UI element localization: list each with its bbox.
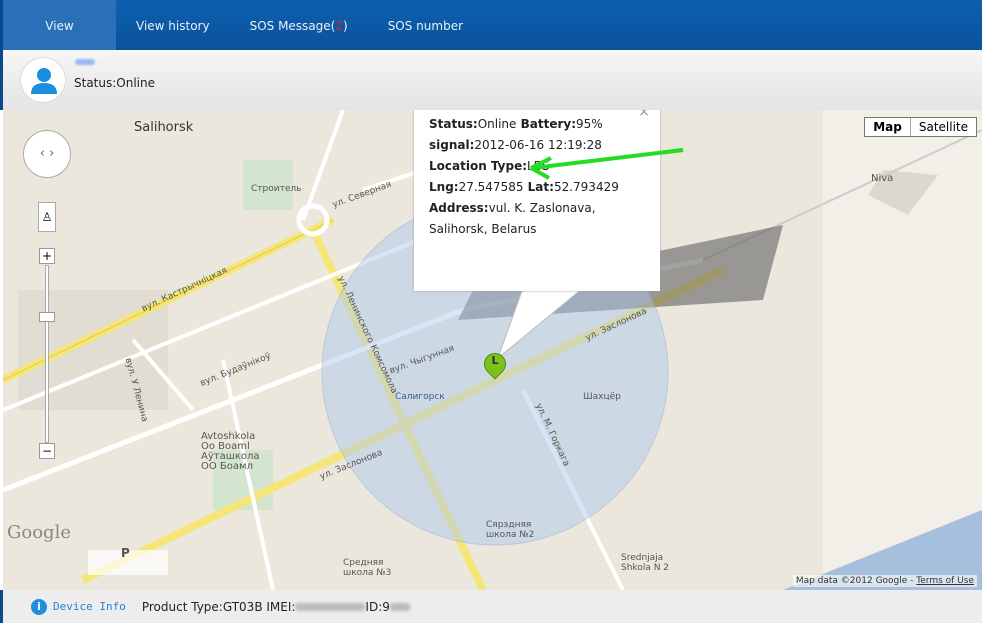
map-label-stroitel: Строитель xyxy=(251,184,302,194)
zoom-slider-handle[interactable] xyxy=(39,312,55,322)
lng-value: 27.547585 xyxy=(458,180,524,194)
id-redacted xyxy=(389,602,410,611)
top-nav: View location View history SOS Message(2… xyxy=(0,0,982,85)
device-header: Status:Online xyxy=(0,50,982,110)
popup-status-line: Status:Online Battery:95% xyxy=(429,114,645,135)
map-label-city: Salihorsk xyxy=(134,120,194,135)
google-logo: Google xyxy=(7,522,71,543)
status-label: Status: xyxy=(429,117,478,131)
popup-coords-line: Lng:27.547585 Lat:52.793429 xyxy=(429,177,645,198)
map-type-satellite-button[interactable]: Satellite xyxy=(909,118,976,136)
loc-type-label: Location Type: xyxy=(429,159,528,173)
zoom-out-button[interactable]: − xyxy=(39,443,55,459)
lat-label: Lat: xyxy=(523,180,554,194)
close-icon[interactable]: × xyxy=(638,110,650,123)
tab-view-location[interactable]: View location xyxy=(3,0,116,85)
map-label-school3: Средняя школа №3 xyxy=(343,558,391,578)
sk-2: Shkola N 2 xyxy=(621,563,670,573)
s2-1: Сярэдняя xyxy=(486,520,532,530)
avto-4: ОО Боамл xyxy=(201,461,253,472)
zoom-in-button[interactable]: + xyxy=(39,248,55,264)
map-label-avtoshkola: Avtoshkola Oo Boaml Аўташкола ОО Боамл xyxy=(201,432,260,472)
s2-2: школа №2 xyxy=(486,530,535,540)
lat-value: 52.793429 xyxy=(553,180,619,194)
terms-of-use-link[interactable]: Terms of Use xyxy=(916,576,974,586)
loc-type-value: LBS xyxy=(527,159,550,173)
map-data-text: Map data ©2012 Google - xyxy=(795,576,917,586)
battery-label: Battery: xyxy=(516,117,576,131)
popup-loc-line: Location Type:LBS xyxy=(429,156,645,177)
info-icon: i xyxy=(31,598,47,615)
map-credit: Map data ©2012 Google - Terms of Use xyxy=(792,575,977,587)
map[interactable]: Salihorsk Niva Строитель Салигорск Шахцё… xyxy=(3,110,982,590)
device-info-bar: i Device Info Product Type:GT03B IMEI: I… xyxy=(0,590,982,623)
popup-address-line: Address:vul. K. Zaslonava, Salihorsk, Be… xyxy=(429,198,645,240)
zoom-slider[interactable] xyxy=(45,265,49,443)
map-label-shakhter: Шахцёр xyxy=(583,392,621,402)
marker-label: L xyxy=(491,354,499,367)
device-id-label: ID:9 xyxy=(365,599,390,614)
map-label-shkola: Srednjaja Shkola N 2 xyxy=(621,553,669,573)
pegman-icon[interactable]: ♙ xyxy=(38,202,56,232)
popup-signal-line: signal:2012-06-16 12:19:28 xyxy=(429,135,645,156)
address-label: Address: xyxy=(429,201,489,215)
signal-label: signal: xyxy=(429,138,475,152)
device-info-link[interactable]: Device Info xyxy=(53,600,126,613)
tab-view-history[interactable]: View history xyxy=(116,0,230,50)
sos-count: 2 xyxy=(335,19,343,33)
status-value: Online xyxy=(477,117,517,131)
info-window: × Status:Online Battery:95% signal:2012-… xyxy=(414,110,660,291)
tab-sos-suffix: ) xyxy=(343,19,348,33)
product-imei-label: Product Type:GT03B IMEI: xyxy=(141,599,296,614)
tab-sos-number[interactable]: SOS number xyxy=(368,0,483,50)
signal-value: 2012-06-16 12:19:28 xyxy=(474,138,602,152)
imei-redacted xyxy=(295,602,366,611)
s3-1: Средняя xyxy=(343,558,384,568)
pan-control[interactable]: ‹ › xyxy=(23,130,71,178)
s3-2: школа №3 xyxy=(343,568,392,578)
sk-1: Srednjaja xyxy=(621,553,664,563)
map-label-niva: Niva xyxy=(871,173,894,184)
device-status: Status:Online xyxy=(74,76,155,90)
parking-label: P xyxy=(121,546,130,560)
battery-value: 95% xyxy=(576,117,603,131)
lng-label: Lng: xyxy=(429,180,459,194)
avatar xyxy=(20,57,66,103)
tab-sos-message[interactable]: SOS Message(2) xyxy=(230,0,368,50)
user-icon xyxy=(31,68,57,94)
map-type-map-button[interactable]: Map xyxy=(865,118,910,136)
device-name-redacted xyxy=(75,59,95,65)
map-type-control: Map Satellite xyxy=(864,117,977,137)
tab-sos-label: SOS Message( xyxy=(249,19,336,33)
map-label-saligorsk: Салигорск xyxy=(395,392,445,402)
map-label-school2: Сярэдняя школа №2 xyxy=(486,520,534,540)
